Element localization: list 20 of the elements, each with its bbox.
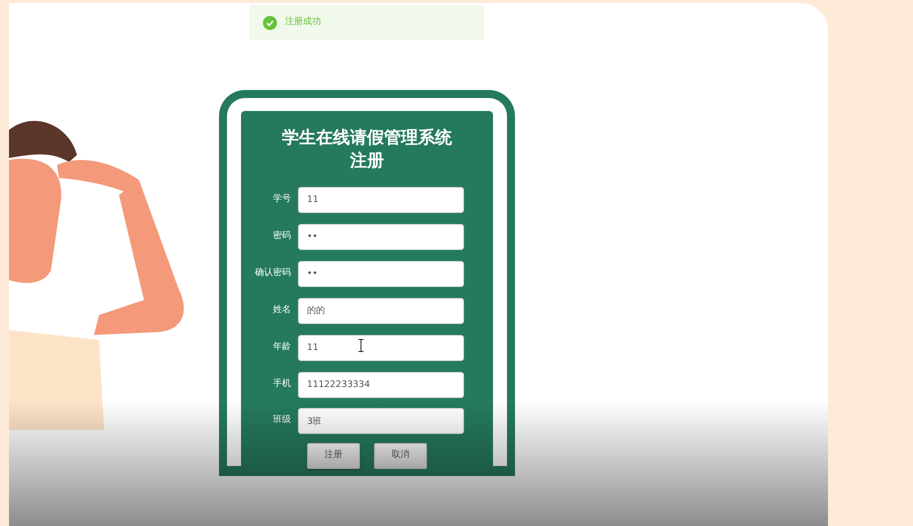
- form-title: 注册: [349, 150, 385, 173]
- toast-message: 注册成功: [285, 16, 321, 29]
- field-label: 密码: [272, 230, 292, 243]
- field-label: 学号: [272, 192, 292, 206]
- input-field[interactable]: 11122233334: [298, 372, 464, 398]
- field-label: 手机: [272, 378, 292, 390]
- field-label: 年龄: [272, 340, 292, 354]
- register-button[interactable]: 注册: [307, 443, 360, 469]
- input-field[interactable]: 3班: [298, 408, 464, 434]
- cancel-button[interactable]: 取消: [374, 443, 427, 469]
- field-label: 班级: [272, 414, 292, 428]
- field-label: 姓名: [272, 304, 292, 317]
- input-field[interactable]: ••: [298, 224, 464, 250]
- form-title: 学生在线请假管理系统: [281, 127, 453, 150]
- input-field[interactable]: 11: [298, 187, 464, 213]
- input-field[interactable]: 11: [298, 334, 464, 360]
- input-field[interactable]: 的的: [298, 298, 464, 324]
- input-field[interactable]: ••: [298, 261, 464, 287]
- field-label: 确认密码: [254, 266, 292, 280]
- check-circle-icon: [263, 16, 277, 30]
